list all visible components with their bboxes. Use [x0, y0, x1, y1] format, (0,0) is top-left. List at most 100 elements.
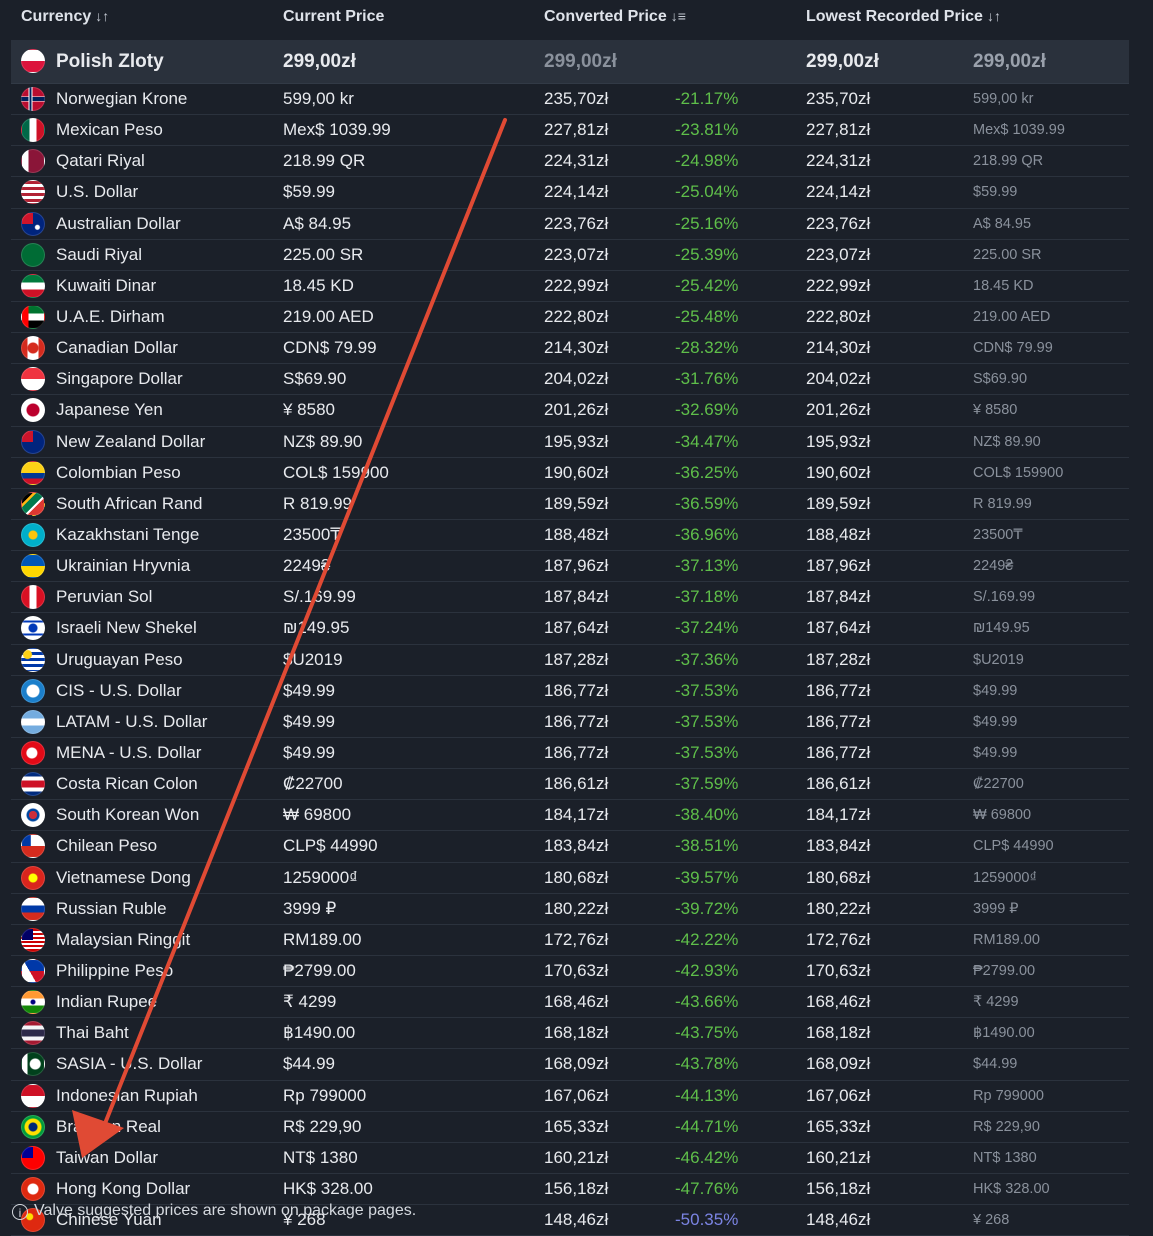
table-row[interactable]: Singapore Dollar S$69.90 204,02zł -31.76% 20…: [11, 364, 1129, 396]
table-row[interactable]: MENA - U.S. Dollar $49.99 186,77zł -37.53% 1…: [11, 738, 1129, 770]
currency-name: Australian Dollar: [56, 213, 181, 233]
column-header-lowest-recorded-price[interactable]: Lowest Recorded Price ↓↑: [806, 8, 1001, 26]
currency-name: Saudi Riyal: [56, 244, 142, 264]
lowest-recorded-local-price: HK$ 328.00: [973, 1180, 1050, 1197]
table-row[interactable]: Indian Rupee ₹ 4299 168,46zł -43.66% 168,46z…: [11, 987, 1129, 1019]
table-row[interactable]: Russian Ruble 3999 ₽ 180,22zł -39.72% 180,22…: [11, 894, 1129, 925]
column-header-current-price[interactable]: Current Price: [283, 8, 384, 26]
lowest-recorded-price: 223,76zł: [806, 213, 871, 233]
percent-difference: -37.36%: [675, 649, 739, 669]
lowest-recorded-local-price: CDN$ 79.99: [973, 340, 1053, 357]
lowest-recorded-local-price: 225.00 SR: [973, 246, 1042, 263]
sort-desc-icon[interactable]: ↓≡: [671, 8, 686, 24]
currency-name: U.S. Dollar: [56, 182, 139, 202]
converted-price: 223,76zł: [544, 213, 609, 233]
table-row[interactable]: Japanese Yen ¥ 8580 201,26zł -32.69% 201,26z…: [11, 395, 1129, 427]
converted-price: 224,14zł: [544, 182, 609, 202]
column-header-converted-price[interactable]: Converted Price ↓≡: [544, 8, 686, 26]
current-price: ₩ 69800: [283, 805, 352, 825]
table-row[interactable]: Australian Dollar A$ 84.95 223,76zł -25.16%…: [11, 209, 1129, 240]
table-row[interactable]: Mexican Peso Mex$ 1039.99 227,81zł -23.81% 2…: [11, 115, 1129, 147]
table-row[interactable]: CIS - U.S. Dollar $49.99 186,77zł -37.53% 18…: [11, 676, 1129, 707]
table-row[interactable]: U.S. Dollar $59.99 224,14zł -25.04% 224,14zł…: [11, 177, 1129, 209]
table-row[interactable]: Ukrainian Hryvnia 2249₴ 187,96zł -37.13% 187…: [11, 551, 1129, 583]
converted-price: 170,63zł: [544, 960, 609, 980]
table-row[interactable]: Uruguayan Peso $U2019 187,28zł -37.36% 187,2…: [11, 645, 1129, 676]
table-row[interactable]: Thai Baht ฿1490.00 168,18zł -43.75% 168,18zł…: [11, 1018, 1129, 1050]
percent-difference: -25.39%: [675, 244, 739, 264]
price-table: Polish Zloty 299,00zł 299,00zł 299,00zł 299,…: [11, 40, 1129, 1236]
table-row[interactable]: Vietnamese Dong 1259000₫ 180,68zł -39.57% 18…: [11, 863, 1129, 894]
table-row[interactable]: Saudi Riyal 225.00 SR 223,07zł -25.39% 223,0…: [11, 240, 1129, 271]
lowest-recorded-price: 186,77zł: [806, 742, 871, 762]
column-header-currency[interactable]: Currency ↓↑: [21, 8, 109, 26]
lowest-recorded-price: 224,14zł: [806, 182, 871, 202]
table-row[interactable]: SASIA - U.S. Dollar $44.99 168,09zł -43.78%…: [11, 1049, 1129, 1081]
sort-icon[interactable]: ↓↑: [95, 8, 109, 24]
table-row[interactable]: Malaysian Ringgit RM189.00 172,76zł -42.22%…: [11, 925, 1129, 956]
table-row[interactable]: Norwegian Krone 599,00 kr 235,70zł -21.17% 2…: [11, 84, 1129, 116]
saudi-flag-icon: [21, 242, 45, 267]
footer-note: i Valve suggested prices are shown on pac…: [12, 1202, 416, 1220]
converted-price: 168,18zł: [544, 1023, 609, 1043]
converted-price: 186,77zł: [544, 680, 609, 700]
newzealand-flag-icon: [21, 429, 45, 454]
table-row[interactable]: LATAM - U.S. Dollar $49.99 186,77zł -37.53%…: [11, 707, 1129, 738]
table-row[interactable]: Qatari Riyal 218.99 QR 224,31zł -24.98% 224,…: [11, 146, 1129, 178]
lowest-recorded-price: 186,61zł: [806, 774, 871, 794]
converted-price: 224,31zł: [544, 151, 609, 171]
ukraine-flag-icon: [21, 554, 45, 579]
costarica-flag-icon: [21, 772, 45, 797]
lowest-recorded-local-price: $49.99: [973, 682, 1018, 699]
uruguay-flag-icon: [21, 647, 45, 672]
table-row[interactable]: Indonesian Rupiah Rp 799000 167,06zł -44.13…: [11, 1081, 1129, 1112]
currency-name: U.A.E. Dirham: [56, 306, 165, 326]
table-row[interactable]: South Korean Won ₩ 69800 184,17zł -38.40% 18…: [11, 800, 1129, 832]
table-row[interactable]: U.A.E. Dirham 219.00 AED 222,80zł -25.48% 22…: [11, 302, 1129, 334]
lowest-recorded-price: 222,99zł: [806, 275, 871, 295]
percent-difference: -36.59%: [675, 493, 739, 513]
current-price: S/.169.99: [283, 587, 356, 607]
converted-price: 195,93zł: [544, 431, 609, 451]
colombia-flag-icon: [21, 460, 45, 485]
lowest-recorded-local-price: COL$ 159900: [973, 464, 1064, 481]
table-row[interactable]: Brazilian Real R$ 229,90 165,33zł -44.71% 16…: [11, 1112, 1129, 1143]
lowest-recorded-local-price: S/.169.99: [973, 589, 1036, 606]
table-row[interactable]: Peruvian Sol S/.169.99 187,84zł -37.18% 187,…: [11, 582, 1129, 614]
current-price: ₪149.95: [283, 618, 350, 638]
singapore-flag-icon: [21, 367, 45, 392]
table-row[interactable]: Hong Kong Dollar HK$ 328.00 156,18zł -47.76…: [11, 1174, 1129, 1206]
current-price: 1259000₫: [283, 867, 358, 887]
converted-price: 165,33zł: [544, 1116, 609, 1136]
russia-flag-icon: [21, 896, 45, 921]
table-row[interactable]: Colombian Peso COL$ 159900 190,60zł -36.25%…: [11, 458, 1129, 489]
lowest-recorded-price: 167,06zł: [806, 1085, 871, 1105]
percent-difference: -43.78%: [675, 1054, 739, 1074]
percent-difference: -21.17%: [675, 89, 739, 108]
lowest-recorded-local-price: ₪149.95: [973, 620, 1030, 637]
table-row[interactable]: Taiwan Dollar NT$ 1380 160,21zł -46.42% 160,…: [11, 1143, 1129, 1174]
currency-name: Kuwaiti Dinar: [56, 275, 157, 295]
table-row[interactable]: Kazakhstani Tenge 23500₸ 188,48zł -36.96% 18…: [11, 520, 1129, 552]
table-row[interactable]: New Zealand Dollar NZ$ 89.90 195,93zł -34.4…: [11, 427, 1129, 458]
india-flag-icon: [21, 990, 45, 1015]
converted-price: 235,70zł: [544, 89, 609, 108]
vietnam-flag-icon: [21, 865, 45, 890]
table-row[interactable]: Israeli New Shekel ₪149.95 187,64zł -37.24%…: [11, 613, 1129, 645]
table-row[interactable]: Canadian Dollar CDN$ 79.99 214,30zł -28.32%…: [11, 333, 1129, 365]
table-row[interactable]: Chilean Peso CLP$ 44990 183,84zł -38.51% 183…: [11, 831, 1129, 863]
currency-name: Thai Baht: [56, 1023, 129, 1043]
percent-difference: -44.71%: [675, 1116, 739, 1136]
norway-flag-icon: [21, 87, 45, 111]
current-price: $44.99: [283, 1054, 335, 1074]
percent-difference: -38.40%: [675, 805, 739, 825]
turkey-flag-icon: [21, 740, 45, 765]
highlighted-row[interactable]: Polish Zloty 299,00zł 299,00zł 299,00zł 299,…: [11, 40, 1129, 84]
table-row[interactable]: Kuwaiti Dinar 18.45 KD 222,99zł -25.42% 222,…: [11, 271, 1129, 302]
sort-icon[interactable]: ↓↑: [987, 8, 1001, 24]
currency-name: Philippine Peso: [56, 960, 174, 980]
percent-difference: -31.76%: [675, 369, 739, 389]
table-row[interactable]: Costa Rican Colon ₡22700 186,61zł -37.59% 18…: [11, 769, 1129, 801]
table-row[interactable]: Philippine Peso ₱2799.00 170,63zł -42.93% 17…: [11, 956, 1129, 988]
table-row[interactable]: South African Rand R 819.99 189,59zł -36.59…: [11, 489, 1129, 520]
